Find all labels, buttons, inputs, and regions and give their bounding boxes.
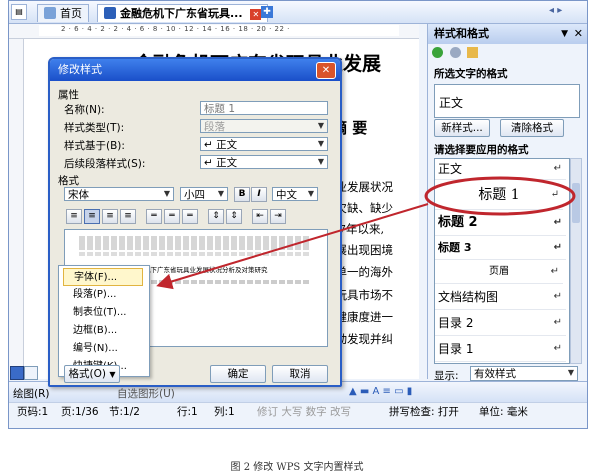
annotation-arrow xyxy=(156,203,429,290)
highlight-oval xyxy=(424,176,576,216)
annotation-overlay xyxy=(156,176,576,290)
figure-caption: 图 2 修改 WPS 文字内置样式 xyxy=(230,462,364,473)
